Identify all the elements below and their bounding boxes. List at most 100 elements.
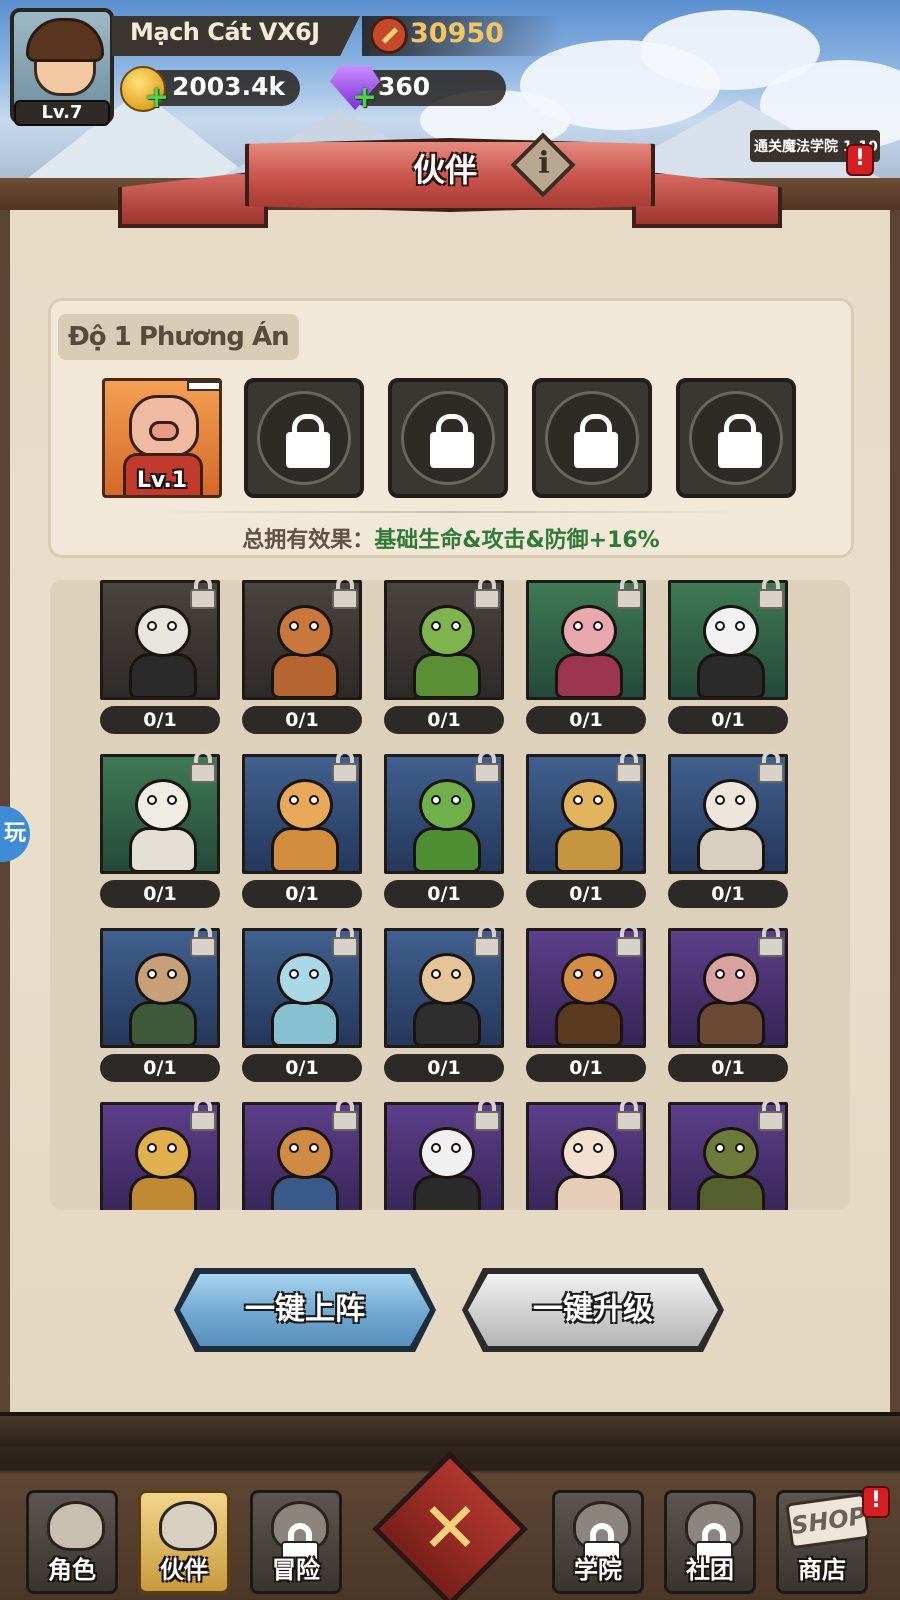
partner-figure-head bbox=[703, 605, 759, 657]
partner-figure-body bbox=[413, 827, 481, 871]
effect-value: 基础生命&攻击&防御+16% bbox=[374, 528, 660, 553]
partner-eye bbox=[309, 795, 319, 805]
partner-figure-head bbox=[135, 1127, 191, 1179]
partner-eye bbox=[573, 621, 583, 631]
partner-eye bbox=[431, 621, 441, 631]
formation-divider bbox=[160, 511, 740, 513]
card-lock-icon bbox=[330, 924, 360, 958]
crossed-swords-icon[interactable]: ✕ bbox=[410, 1488, 490, 1568]
partner-figure-head bbox=[419, 605, 475, 657]
card-count: 0/1 bbox=[668, 706, 788, 734]
partner-figure-head bbox=[703, 779, 759, 831]
card-lock-icon bbox=[614, 580, 644, 610]
formation-slot-4[interactable] bbox=[532, 378, 652, 498]
card-lock-icon bbox=[472, 750, 502, 784]
partner-figure-head bbox=[135, 605, 191, 657]
partner-eye bbox=[715, 621, 725, 631]
partner-eye bbox=[147, 1143, 157, 1153]
partner-figure-body bbox=[129, 1175, 197, 1210]
card-count: 0/1 bbox=[100, 880, 220, 908]
card-lock-icon bbox=[756, 580, 786, 610]
formation-slot-2[interactable] bbox=[244, 378, 364, 498]
nav-tab-club[interactable]: 社团 bbox=[664, 1490, 756, 1594]
partner-figure-head bbox=[561, 779, 617, 831]
card-lock-icon bbox=[614, 924, 644, 958]
partner-figure-body bbox=[697, 653, 765, 697]
card-count: 0/1 bbox=[526, 1054, 646, 1082]
player-level: Lv.7 bbox=[14, 100, 110, 126]
partner-eye bbox=[573, 795, 583, 805]
card-lock-icon bbox=[188, 750, 218, 784]
lock-body bbox=[286, 432, 330, 468]
card-lock-icon bbox=[756, 750, 786, 784]
partner-figure-body bbox=[555, 1175, 623, 1210]
nav-label-adventure: 冒险 bbox=[272, 1556, 320, 1584]
partner-figure-head bbox=[561, 953, 617, 1005]
partner-eye bbox=[593, 621, 603, 631]
partner-eye bbox=[593, 969, 603, 979]
partner-figure-head bbox=[419, 779, 475, 831]
nav-label-shop: 商店 bbox=[798, 1556, 846, 1584]
partner-figure-body bbox=[129, 827, 197, 871]
card-lock-icon bbox=[188, 924, 218, 958]
partner-eye bbox=[289, 969, 299, 979]
nav-tab-character[interactable]: 角色 bbox=[26, 1490, 118, 1594]
card-lock-icon bbox=[472, 1098, 502, 1132]
card-count: 0/1 bbox=[242, 706, 362, 734]
partner-figure-head bbox=[419, 1127, 475, 1179]
partner-figure-body bbox=[129, 653, 197, 697]
add-gem-icon[interactable]: + bbox=[352, 83, 377, 113]
character-helmet-icon bbox=[47, 1501, 105, 1551]
lock-body bbox=[430, 432, 474, 468]
card-count: 0/1 bbox=[242, 880, 362, 908]
add-gold-icon[interactable]: + bbox=[144, 83, 169, 113]
formation-slot-1[interactable]: Lv.1 bbox=[102, 378, 222, 498]
card-lock-icon bbox=[614, 1098, 644, 1132]
nav-tab-academy[interactable]: 学院 bbox=[552, 1490, 644, 1594]
gold-amount: 2003.4k bbox=[172, 72, 286, 101]
partner-figure-head bbox=[561, 605, 617, 657]
slot-flag bbox=[187, 381, 219, 391]
effect-label: 总拥有效果： bbox=[242, 528, 375, 553]
deploy-label: 一键上阵 bbox=[245, 1292, 365, 1327]
partner-figure-body bbox=[555, 827, 623, 871]
avatar-hair bbox=[26, 18, 104, 62]
one-click-deploy-button[interactable]: 一键上阵 bbox=[174, 1268, 436, 1352]
partner-figure-head bbox=[277, 953, 333, 1005]
card-lock-icon bbox=[756, 924, 786, 958]
partner-eye bbox=[289, 621, 299, 631]
formation-slot-5[interactable] bbox=[676, 378, 796, 498]
page-title: 伙伴 bbox=[412, 151, 477, 189]
partner-eye bbox=[431, 795, 441, 805]
nav-tab-partner[interactable]: 伙伴 bbox=[138, 1490, 230, 1594]
partner-eye bbox=[167, 795, 177, 805]
partner-figure-head bbox=[703, 1127, 759, 1179]
combat-power-icon bbox=[370, 16, 408, 54]
partner-eye bbox=[715, 1143, 725, 1153]
card-lock-icon bbox=[472, 580, 502, 610]
card-lock-icon bbox=[330, 750, 360, 784]
partner-eye bbox=[167, 969, 177, 979]
partner-figure-head bbox=[135, 779, 191, 831]
card-count: 0/1 bbox=[100, 1054, 220, 1082]
card-lock-icon bbox=[614, 750, 644, 784]
one-click-upgrade-button[interactable]: 一键升级 bbox=[462, 1268, 724, 1352]
formation-slot-3[interactable] bbox=[388, 378, 508, 498]
partner-eye bbox=[451, 621, 461, 631]
combat-power-value: 30950 bbox=[410, 18, 504, 49]
partner-figure-body bbox=[413, 653, 481, 697]
card-count: 0/1 bbox=[384, 1054, 504, 1082]
info-icon[interactable]: i bbox=[532, 146, 556, 181]
partner-eye bbox=[309, 1143, 319, 1153]
formation-label[interactable]: Độ 1 Phương Án bbox=[58, 314, 299, 360]
partner-eye bbox=[167, 1143, 177, 1153]
nav-tab-adventure[interactable]: 冒险 bbox=[250, 1490, 342, 1594]
partner-eye bbox=[451, 795, 461, 805]
partner-collection-grid[interactable]: 0/1 0/1 0/1 0/1 0/1 0/1 0/1 0/1 0/1 0/1 0/1 0/1 0/1 0… bbox=[50, 580, 850, 1210]
partner-eye bbox=[715, 795, 725, 805]
nav-label-partner: 伙伴 bbox=[160, 1556, 208, 1584]
upgrade-label: 一键升级 bbox=[533, 1292, 653, 1327]
partner-figure-head bbox=[703, 953, 759, 1005]
card-count: 0/1 bbox=[384, 706, 504, 734]
partner-bird-icon bbox=[159, 1501, 217, 1551]
